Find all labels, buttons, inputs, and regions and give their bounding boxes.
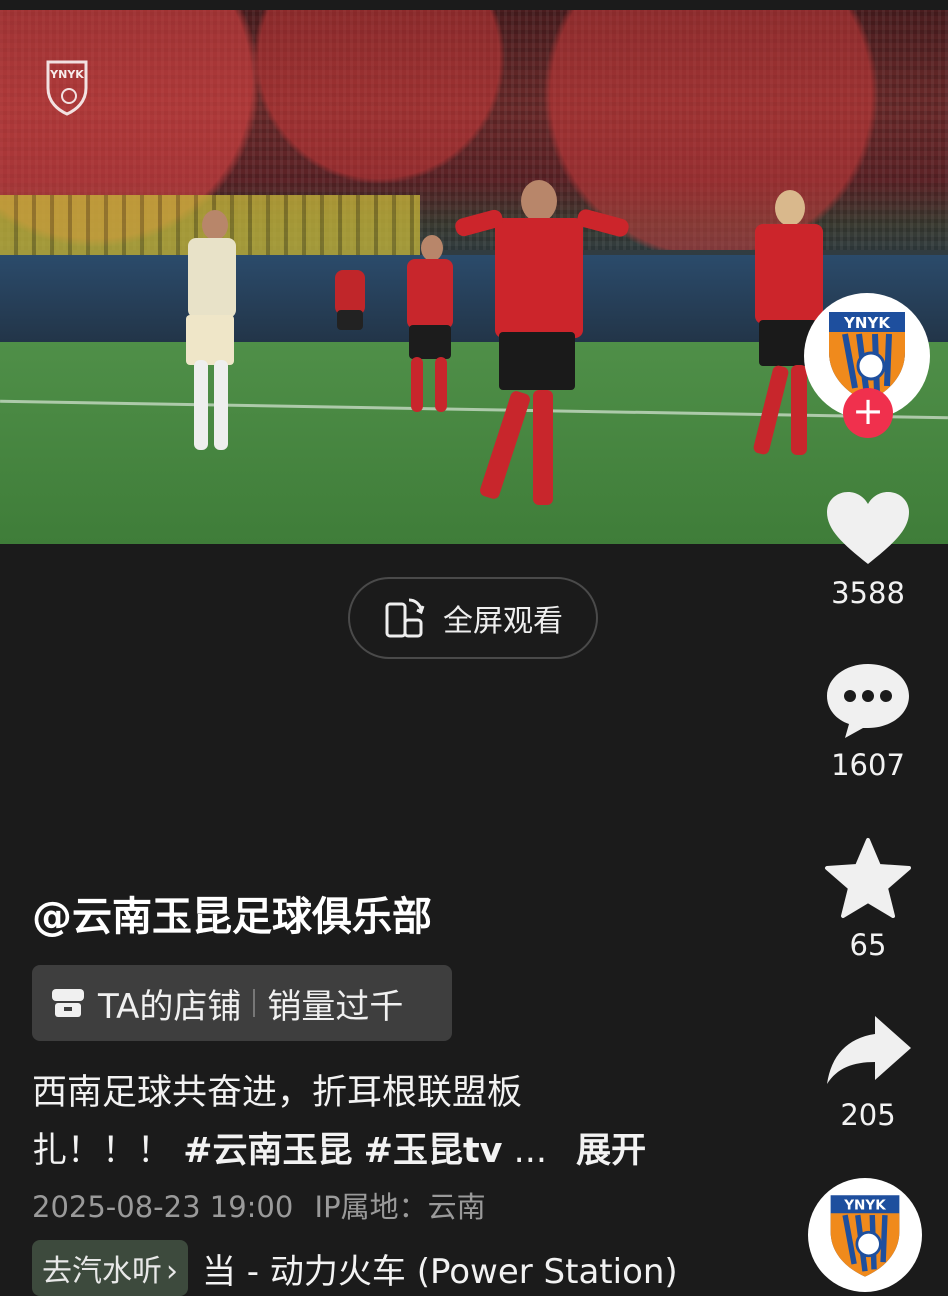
heart-icon: [827, 492, 909, 564]
shop-label: TA的店铺: [98, 986, 242, 1027]
ip-location: IP属地：云南: [314, 1190, 486, 1224]
chevron-right-icon: ›: [166, 1254, 178, 1289]
description-text: 扎！！！: [32, 1131, 173, 1171]
fullscreen-button[interactable]: 全屏观看: [348, 577, 598, 659]
post-description: 西南足球共奋进，折耳根联盟板 扎！！！ #云南玉昆 #玉昆tv ... 展开: [32, 1064, 692, 1180]
player-white: [150, 210, 250, 460]
description-line-1: 西南足球共奋进，折耳根联盟板: [32, 1073, 523, 1113]
svg-text:YNYK: YNYK: [843, 314, 891, 332]
song-title[interactable]: 当 - 动力火车 (Power Station): [202, 1244, 678, 1293]
favorite-action[interactable]: 65: [818, 836, 918, 962]
ynyk-logo-icon: YNYK: [830, 1195, 900, 1277]
description-ellipsis: ...: [513, 1131, 548, 1171]
like-count: 3588: [831, 576, 905, 610]
club-watermark-icon: YNYK: [46, 60, 88, 116]
listen-on-qishui-button[interactable]: 去汽水听 ›: [32, 1240, 188, 1296]
hashtag-yukun-tv[interactable]: #玉昆tv: [364, 1131, 503, 1171]
listen-label: 去汽水听: [42, 1254, 162, 1289]
account-name[interactable]: @云南玉昆足球俱乐部: [32, 884, 432, 942]
video-player[interactable]: YNYK: [0, 10, 948, 544]
share-arrow-icon: [827, 1016, 911, 1084]
comment-count: 1607: [831, 748, 905, 782]
hashtag-yunnan-yukun[interactable]: #云南玉昆: [183, 1131, 352, 1171]
post-timestamp: 2025-08-23 19:00: [32, 1190, 294, 1224]
follow-button[interactable]: +: [843, 388, 893, 438]
rotate-screen-icon: [385, 598, 425, 638]
svg-text:YNYK: YNYK: [49, 68, 84, 81]
description-line-2: 扎！！！ #云南玉昆 #玉昆tv ... 展开: [32, 1122, 692, 1180]
comment-icon: [827, 664, 909, 738]
like-action[interactable]: 3588: [818, 488, 918, 610]
svg-text:YNYK: YNYK: [843, 1198, 886, 1214]
post-meta: 2025-08-23 19:00 IP属地：云南: [32, 1184, 486, 1226]
share-action[interactable]: 205: [818, 1010, 918, 1132]
comment-action[interactable]: 1607: [818, 660, 918, 782]
fullscreen-label: 全屏观看: [443, 604, 563, 639]
shop-icon: [52, 989, 84, 1017]
shop-separator: [253, 989, 256, 1017]
music-disc[interactable]: YNYK: [808, 1178, 922, 1292]
expand-button[interactable]: 展开: [576, 1131, 646, 1171]
star-icon: [825, 838, 911, 918]
favorite-count: 65: [849, 928, 887, 962]
shop-sales: 销量过千: [267, 986, 404, 1027]
share-count: 205: [840, 1098, 896, 1132]
music-bar: 去汽水听 › 当 - 动力火车 (Power Station): [32, 1240, 678, 1296]
shop-tag[interactable]: TA的店铺 销量过千: [32, 965, 452, 1041]
player-red-back: [330, 260, 370, 360]
player-celebrating: [453, 180, 635, 520]
